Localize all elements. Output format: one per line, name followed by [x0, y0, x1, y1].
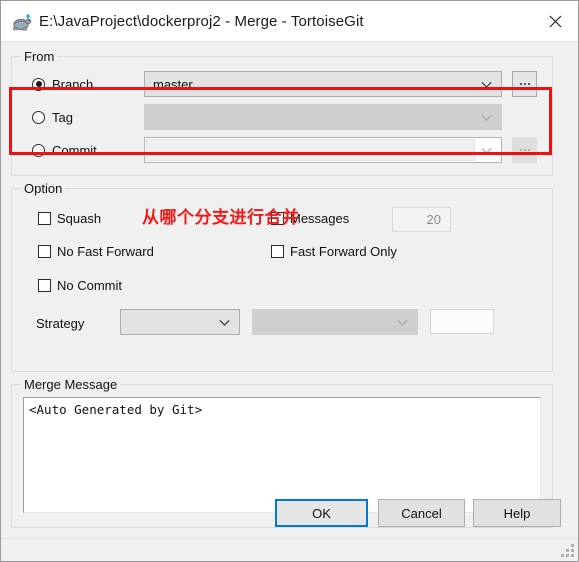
browse-dot: [523, 83, 526, 85]
title-bar: E:\JavaProject\dockerproj2 - Merge - Tor…: [1, 1, 578, 41]
chevron-down-icon: [481, 110, 492, 125]
option-group-title: Option: [21, 181, 66, 196]
radio-commit[interactable]: Commit: [32, 143, 144, 158]
radio-tag[interactable]: Tag: [32, 110, 144, 125]
browse-dot: [519, 149, 522, 151]
browse-dot: [523, 149, 526, 151]
browse-dot: [527, 149, 530, 151]
radio-commit-label: Commit: [52, 142, 97, 158]
dialog-button-bar: OK Cancel Help: [1, 487, 578, 561]
branch-row: Branch master: [32, 71, 544, 97]
commit-row: Commit: [32, 137, 544, 163]
branch-browse-button[interactable]: [512, 71, 537, 97]
resize-grip[interactable]: [561, 544, 574, 557]
ok-button[interactable]: OK: [275, 499, 368, 527]
strategy-extra-field[interactable]: [430, 309, 494, 334]
checkbox-fast-forward-only-label: Fast Forward Only: [290, 244, 397, 259]
merge-dialog-window: E:\JavaProject\dockerproj2 - Merge - Tor…: [0, 0, 579, 562]
radio-tag-indicator: [32, 110, 45, 124]
messages-count-field[interactable]: 20: [392, 207, 451, 232]
from-group: From Branch master Tag Commit: [11, 49, 553, 176]
checkbox-no-fast-forward-box: [38, 245, 51, 258]
checkbox-fast-forward-only-box: [271, 245, 284, 258]
chevron-down-icon: [481, 143, 492, 158]
window-title: E:\JavaProject\dockerproj2 - Merge - Tor…: [39, 12, 364, 30]
checkbox-no-commit-box: [38, 279, 51, 292]
chevron-down-icon: [481, 77, 492, 92]
status-strip: [1, 538, 578, 561]
checkbox-squash-box: [38, 212, 51, 225]
strategy-label: Strategy: [36, 316, 85, 331]
checkbox-no-commit[interactable]: No Commit: [38, 278, 122, 293]
radio-branch-indicator: [32, 77, 45, 91]
close-icon[interactable]: [532, 1, 578, 41]
commit-combo-field: [146, 139, 475, 161]
chevron-down-icon: [397, 315, 408, 330]
commit-combo[interactable]: [144, 137, 502, 163]
chevron-down-icon: [219, 315, 230, 330]
radio-commit-indicator: [32, 143, 45, 157]
annotation-text: 从哪个分支进行合并: [142, 208, 300, 227]
radio-branch-label: Branch: [52, 76, 94, 92]
checkbox-squash-label: Squash: [57, 211, 102, 226]
checkbox-no-fast-forward[interactable]: No Fast Forward: [38, 244, 154, 259]
checkbox-no-fast-forward-label: No Fast Forward: [57, 244, 154, 259]
checkbox-squash[interactable]: Squash: [38, 211, 101, 226]
tag-combo[interactable]: [144, 104, 502, 130]
browse-dot: [519, 83, 522, 85]
radio-tag-label: Tag: [52, 109, 73, 125]
strategy-sub-combo[interactable]: [252, 309, 418, 335]
checkbox-no-commit-label: No Commit: [57, 278, 123, 293]
branch-combo-value: master: [153, 76, 193, 92]
checkbox-fast-forward-only[interactable]: Fast Forward Only: [271, 244, 397, 259]
from-group-title: From: [21, 49, 58, 64]
tag-row: Tag: [32, 104, 544, 130]
dialog-client-area: From Branch master Tag Commit Option Squ…: [1, 41, 578, 561]
merge-message-group-title: Merge Message: [21, 377, 121, 392]
tortoisegit-turtle-icon: [9, 10, 33, 34]
radio-branch[interactable]: Branch: [32, 77, 144, 92]
commit-browse-button[interactable]: [512, 137, 537, 163]
branch-combo[interactable]: master: [144, 71, 502, 97]
cancel-button[interactable]: Cancel: [378, 499, 465, 527]
strategy-combo[interactable]: [120, 309, 240, 335]
help-button[interactable]: Help: [473, 499, 561, 527]
browse-dot: [527, 83, 530, 85]
